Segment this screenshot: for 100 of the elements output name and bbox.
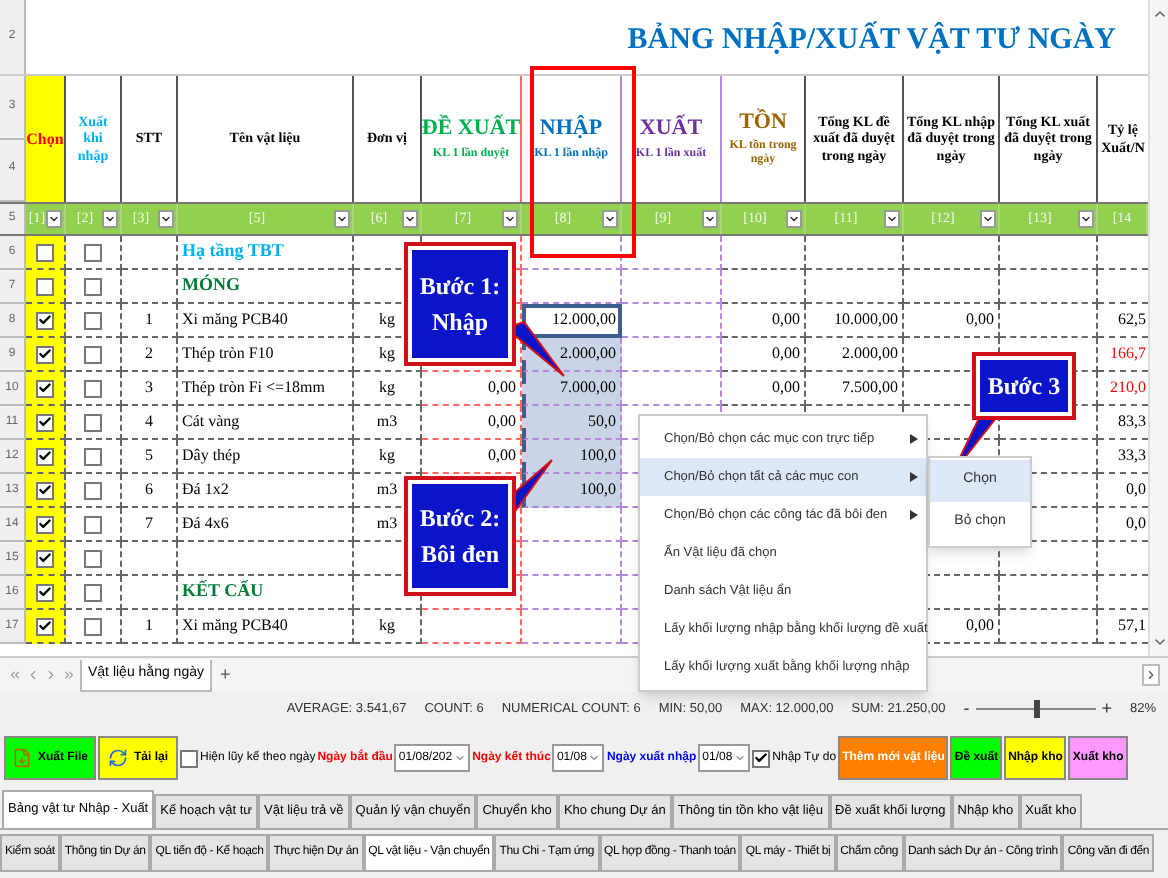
table-cell bbox=[904, 236, 1000, 270]
filter-dropdown[interactable] bbox=[102, 210, 118, 228]
filter-dropdown[interactable] bbox=[334, 210, 350, 228]
checkbox[interactable] bbox=[84, 617, 102, 635]
check-icon bbox=[38, 346, 52, 362]
checkbox[interactable] bbox=[84, 481, 102, 499]
table-cell: 0,00 bbox=[722, 338, 806, 372]
checkbox[interactable] bbox=[84, 549, 102, 567]
scroll-down-icon bbox=[1151, 634, 1167, 650]
caret-icon bbox=[454, 752, 467, 764]
filter-dropdown[interactable] bbox=[884, 210, 900, 228]
table-cell bbox=[722, 270, 806, 304]
checkbox[interactable] bbox=[84, 243, 102, 261]
checkbox[interactable] bbox=[84, 447, 102, 465]
vertical-scrollbar[interactable] bbox=[1148, 0, 1168, 656]
checkbox[interactable] bbox=[84, 413, 102, 431]
table-cell: Xi măng PCB40 bbox=[178, 304, 354, 338]
table-cell bbox=[622, 236, 722, 270]
zoom-slider[interactable] bbox=[975, 700, 1096, 718]
table-cell: 0,00 bbox=[722, 304, 806, 338]
checkbox[interactable] bbox=[36, 379, 54, 397]
check-icon bbox=[38, 618, 52, 634]
checkbox[interactable] bbox=[84, 311, 102, 329]
table-cell: Cát vàng bbox=[178, 406, 354, 440]
table-cell: Dây thép bbox=[178, 440, 354, 474]
table-cell: 4 bbox=[122, 406, 178, 440]
filter-dropdown[interactable] bbox=[980, 210, 996, 228]
column-header: TỒN bbox=[739, 109, 787, 135]
column-header: ĐỀ XUẤT bbox=[421, 116, 521, 142]
caret-icon bbox=[504, 212, 516, 226]
table-cell: 10.000,00 bbox=[806, 304, 904, 338]
table-cell: Đá 1x2 bbox=[178, 474, 354, 508]
table-cell: 7 bbox=[122, 508, 178, 542]
table-cell bbox=[904, 270, 1000, 304]
check-icon bbox=[38, 380, 52, 396]
checkbox[interactable] bbox=[36, 277, 54, 295]
table-cell: 50,0 bbox=[522, 406, 622, 440]
column-header: NHẬP bbox=[539, 116, 603, 142]
caret-icon bbox=[734, 752, 747, 764]
table-cell: KẾT CẤU bbox=[178, 576, 354, 610]
checkbox[interactable] bbox=[84, 345, 102, 363]
filter-dropdown[interactable] bbox=[786, 210, 802, 228]
table-cell: kg bbox=[354, 610, 422, 644]
table-cell bbox=[1000, 610, 1098, 644]
refresh-icon bbox=[107, 748, 128, 768]
table-cell: 100,0 bbox=[522, 474, 622, 508]
caret-icon bbox=[48, 212, 60, 226]
table-cell: 5 bbox=[122, 440, 178, 474]
table-cell: 1 bbox=[122, 304, 178, 338]
caret-icon bbox=[1080, 212, 1092, 226]
check-icon bbox=[754, 750, 769, 766]
filter-dropdown[interactable] bbox=[46, 210, 62, 228]
step-callout: Bước 3 bbox=[976, 356, 1072, 416]
checkbox[interactable] bbox=[84, 583, 102, 601]
filter-dropdown[interactable] bbox=[502, 210, 518, 228]
table-cell bbox=[806, 236, 904, 270]
table-cell: 100,0 bbox=[522, 440, 622, 474]
filter-dropdown[interactable] bbox=[602, 210, 618, 228]
checkbox[interactable] bbox=[36, 413, 54, 431]
filter-dropdown[interactable] bbox=[1078, 210, 1094, 228]
caret-icon bbox=[336, 212, 348, 226]
check-icon bbox=[38, 312, 52, 328]
table-cell: Xi măng PCB40 bbox=[178, 610, 354, 644]
checkbox[interactable] bbox=[36, 243, 54, 261]
caret-icon bbox=[588, 752, 601, 764]
zoom-in-button[interactable]: + bbox=[1101, 695, 1112, 723]
scroll-right-button[interactable] bbox=[1142, 664, 1160, 686]
caret-icon bbox=[982, 212, 994, 226]
checkbox[interactable] bbox=[36, 345, 54, 363]
zoom-thumb[interactable] bbox=[1033, 700, 1040, 718]
checkbox[interactable] bbox=[36, 549, 54, 567]
add-sheet-button[interactable]: + bbox=[216, 661, 235, 689]
table-cell: 0,00 bbox=[904, 304, 1000, 338]
caret-icon bbox=[104, 212, 116, 226]
checkbox[interactable] bbox=[36, 311, 54, 329]
checkbox[interactable] bbox=[36, 447, 54, 465]
filter-dropdown[interactable] bbox=[158, 210, 174, 228]
table-cell bbox=[1000, 270, 1098, 304]
table-cell: Thép tròn F10 bbox=[178, 338, 354, 372]
caret-icon bbox=[404, 212, 416, 226]
filter-dropdown[interactable] bbox=[402, 210, 418, 228]
check-icon bbox=[38, 414, 52, 430]
filter-dropdown[interactable] bbox=[702, 210, 718, 228]
table-cell: 3 bbox=[122, 372, 178, 406]
table-cell: MÓNG bbox=[178, 270, 354, 304]
checkbox[interactable] bbox=[84, 277, 102, 295]
table-cell bbox=[806, 270, 904, 304]
checkbox[interactable] bbox=[752, 749, 771, 767]
checkbox[interactable] bbox=[36, 515, 54, 533]
table-cell: 2.000,00 bbox=[806, 338, 904, 372]
column-header: XUẤT bbox=[639, 116, 703, 142]
zoom-out-button[interactable]: - bbox=[963, 695, 970, 723]
checkbox[interactable] bbox=[84, 515, 102, 533]
checkbox[interactable] bbox=[36, 583, 54, 601]
table-cell bbox=[1000, 236, 1098, 270]
checkbox[interactable] bbox=[36, 617, 54, 635]
checkbox[interactable] bbox=[84, 379, 102, 397]
checkbox[interactable] bbox=[180, 749, 198, 767]
table-cell: Đá 4x6 bbox=[178, 508, 354, 542]
checkbox[interactable] bbox=[36, 481, 54, 499]
